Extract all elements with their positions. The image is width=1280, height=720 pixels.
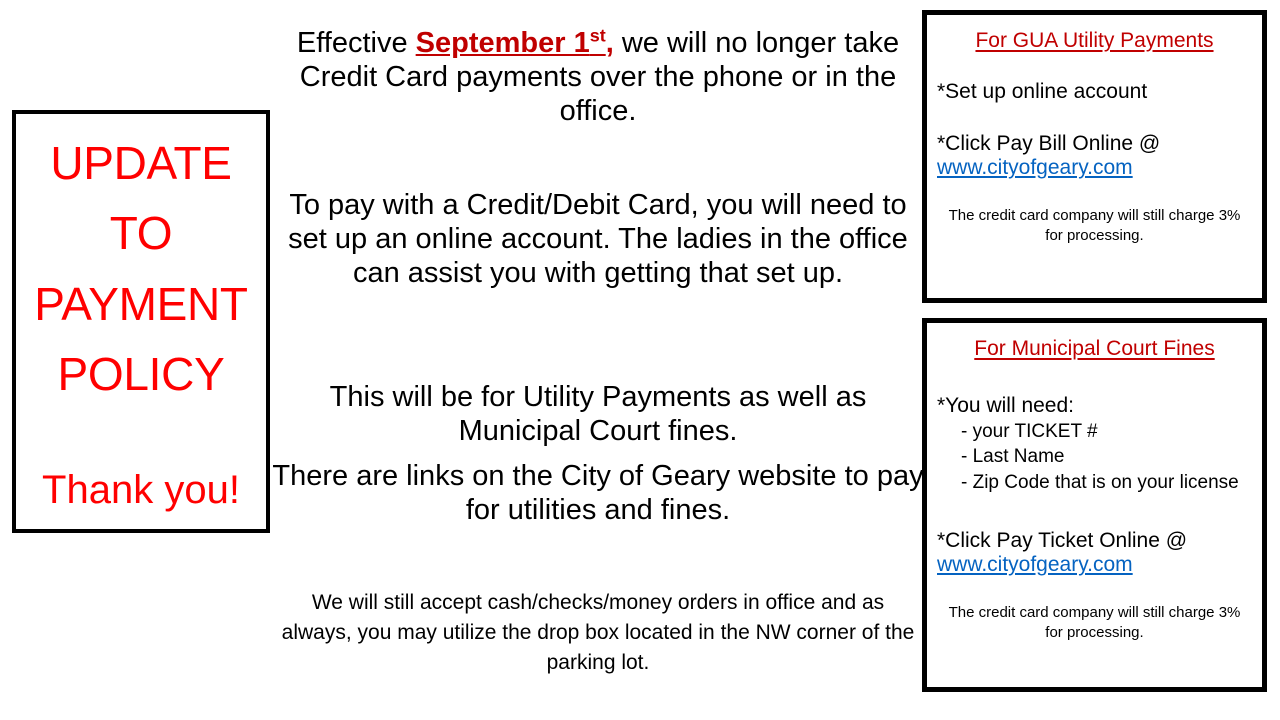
effective-prefix: Effective	[296, 27, 416, 59]
effective-date-emphasis: September 1st,	[415, 25, 614, 59]
gua-box-title: For GUA Utility Payments	[975, 29, 1214, 52]
gua-pay-bill-line: *Click Pay Bill Online @	[937, 131, 1161, 155]
update-policy-box: UPDATE TO PAYMENT POLICY Thank you!	[12, 110, 270, 533]
thank-you-text: Thank you!	[42, 468, 240, 512]
update-policy-headline: UPDATE TO PAYMENT POLICY	[16, 128, 266, 410]
headline-line-4: POLICY	[57, 348, 225, 401]
main-message-column: Effective September 1st, we will no long…	[268, 0, 928, 720]
utility-scope-paragraph: This will be for Utility Payments as wel…	[329, 381, 867, 448]
gua-processing-fee-note: The credit card company will still charg…	[948, 207, 1241, 245]
effective-date-paragraph: Effective September 1st, we will no long…	[268, 26, 928, 129]
gua-setup-account-line: *Set up online account	[937, 80, 1148, 103]
court-website-link[interactable]: www.cityofgeary.com	[927, 553, 1262, 577]
court-pay-ticket-line: *Click Pay Ticket Online @	[937, 528, 1188, 552]
effective-date-text: September 1	[415, 27, 590, 59]
gua-utility-payments-box: For GUA Utility Payments *Set up online …	[922, 10, 1267, 303]
gua-spacer-2	[927, 105, 1262, 131]
court-requirements-line: *You will need:	[937, 394, 1074, 417]
court-requirement-lastname: - Last Name	[961, 446, 1065, 468]
gua-spacer-3	[927, 180, 1262, 206]
municipal-court-fines-box: For Municipal Court Fines *You will need…	[922, 318, 1267, 692]
headline-line-1: UPDATE	[50, 137, 232, 189]
website-links-paragraph: There are links on the City of Geary web…	[272, 460, 924, 527]
court-spacer-1	[927, 361, 1262, 393]
gua-website-link[interactable]: www.cityofgeary.com	[927, 156, 1262, 180]
gua-spacer-1	[927, 53, 1262, 79]
court-requirement-ticket: - your TICKET #	[961, 420, 1098, 442]
setup-account-paragraph: To pay with a Credit/Debit Card, you wil…	[288, 189, 908, 290]
effective-date-ordinal: st	[589, 25, 606, 46]
court-spacer-2	[927, 496, 1262, 528]
headline-line-2: TO	[109, 207, 173, 260]
court-spacer-3	[927, 577, 1262, 603]
court-requirement-zipcode: - Zip Code that is on your license	[961, 471, 1239, 493]
effective-date-comma: ,	[605, 27, 614, 59]
court-box-title: For Municipal Court Fines	[974, 337, 1215, 360]
court-processing-fee-note: The credit card company will still charg…	[948, 604, 1241, 642]
cash-dropbox-paragraph: We will still accept cash/checks/money o…	[281, 591, 915, 674]
headline-line-3: PAYMENT	[34, 277, 248, 330]
